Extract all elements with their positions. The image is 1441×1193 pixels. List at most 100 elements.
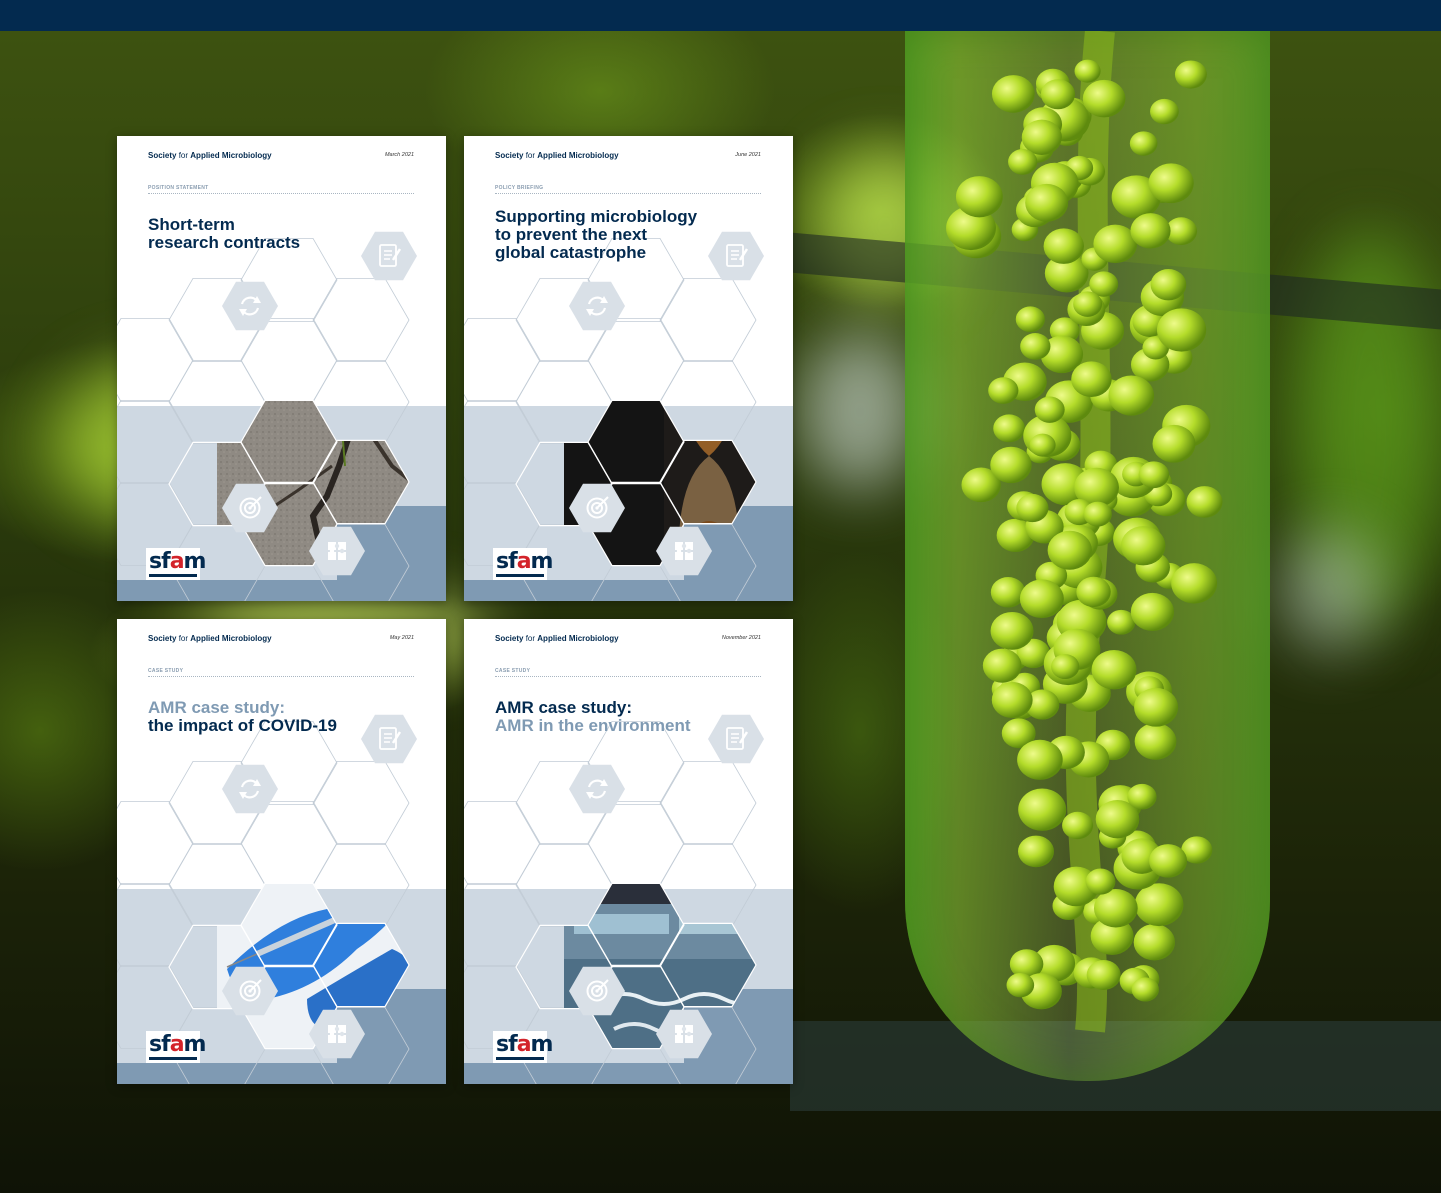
algae-bead <box>990 446 1032 484</box>
algae-bead <box>1021 119 1062 155</box>
hex-outline <box>312 277 410 363</box>
dotted-divider <box>495 676 761 677</box>
society-name: Society for Applied Microbiology <box>495 151 619 160</box>
algae-bead <box>991 75 1035 113</box>
algae-bead <box>1076 576 1111 608</box>
algae-bead <box>1186 486 1223 518</box>
society-name: Society for Applied Microbiology <box>148 634 272 643</box>
cover-2[interactable]: Society for Applied Microbiology June 20… <box>464 136 793 601</box>
algae-bead <box>991 682 1033 718</box>
publication-date: March 2021 <box>384 152 414 158</box>
algae-bead <box>1138 461 1170 489</box>
title-line: global catastrophe <box>495 243 647 262</box>
cover-title: Short-term research contracts <box>148 216 418 252</box>
algae-bead <box>1152 424 1196 463</box>
algae-bead <box>1127 783 1157 810</box>
publication-date: May 2021 <box>389 635 414 641</box>
algae-bead <box>1108 375 1155 416</box>
title-line: to prevent the next <box>495 225 648 244</box>
hex-pattern <box>117 231 417 601</box>
sfam-logo: sfam <box>493 548 553 580</box>
document-type-label: POSITION STATEMENT <box>148 185 209 191</box>
title-line: AMR case study: <box>495 698 632 717</box>
algae-bead <box>1093 889 1138 928</box>
algae-bead <box>1086 959 1121 990</box>
hex-outline <box>464 317 541 403</box>
algae-bead <box>1018 835 1055 868</box>
algae-bead <box>990 577 1026 608</box>
document-type-label: CASE STUDY <box>148 668 184 674</box>
hex-outline <box>117 800 194 886</box>
algae-bead <box>1074 59 1101 83</box>
hex-pattern <box>464 231 764 601</box>
document-type-label: CASE STUDY <box>495 668 531 674</box>
refresh-icon <box>569 764 625 814</box>
hex-outline <box>464 882 541 968</box>
algae-bead <box>1150 269 1187 301</box>
algae-bead <box>1134 883 1184 927</box>
title-line: Short-term <box>148 215 235 234</box>
title-line: research contracts <box>148 233 301 252</box>
algae-bead <box>1018 788 1067 831</box>
algae-bead <box>1008 149 1038 175</box>
society-name: Society for Applied Microbiology <box>148 151 272 160</box>
algae-bead <box>1134 687 1179 727</box>
algae-bead <box>955 176 1003 218</box>
cover-title: AMR case study: AMR in the environment <box>495 699 765 735</box>
algae-bead <box>1019 579 1064 619</box>
dotted-divider <box>148 676 414 677</box>
cover-title: AMR case study: the impact of COVID-19 <box>148 699 418 735</box>
refresh-icon <box>222 281 278 331</box>
algae-bead <box>1083 501 1112 527</box>
title-line: AMR in the environment <box>495 716 691 735</box>
hex-outline <box>117 317 194 403</box>
hex-outline <box>464 800 541 886</box>
algae-bead <box>1130 592 1175 632</box>
algae-bead <box>1082 79 1126 118</box>
algae-bead <box>1071 361 1112 397</box>
algae-bead <box>993 414 1025 443</box>
algae-bead <box>1073 291 1103 317</box>
algae-bead <box>1149 844 1188 878</box>
hex-outline <box>117 399 194 485</box>
algae-bead <box>1029 433 1056 457</box>
algae-bead <box>1150 98 1179 125</box>
title-line: the impact of COVID-19 <box>148 716 337 735</box>
algae-bead <box>1133 924 1176 961</box>
hex-outline <box>312 760 410 846</box>
algae-bead <box>1017 739 1063 780</box>
algae-bead <box>1131 977 1159 1002</box>
cover-4[interactable]: Society for Applied Microbiology Novembe… <box>464 619 793 1084</box>
refresh-icon <box>222 764 278 814</box>
top-bar <box>0 0 1441 31</box>
dotted-divider <box>495 193 761 194</box>
sfam-logo: sfam <box>146 548 206 580</box>
algae-bead <box>1148 163 1194 204</box>
title-line: AMR case study: <box>148 698 285 717</box>
algae-bead <box>1171 563 1218 604</box>
cover-3[interactable]: Society for Applied Microbiology May 202… <box>117 619 446 1084</box>
society-name: Society for Applied Microbiology <box>495 634 619 643</box>
algae-bead <box>1174 60 1207 89</box>
publication-date: November 2021 <box>721 635 761 641</box>
algae-bead <box>1034 396 1065 423</box>
dotted-divider <box>148 193 414 194</box>
algae-bead <box>1015 306 1045 333</box>
algae-bead <box>1040 79 1076 110</box>
sfam-logo: sfam <box>146 1031 206 1063</box>
algae-bead <box>1129 131 1158 156</box>
algae-bead <box>1134 723 1177 760</box>
hex-outline <box>240 317 338 403</box>
cover-title: Supporting microbiology to prevent the ne… <box>495 208 765 262</box>
hex-outline <box>240 800 338 886</box>
algae-bead <box>990 611 1034 650</box>
refresh-icon <box>569 281 625 331</box>
algae-bead <box>1006 972 1035 998</box>
cover-1[interactable]: Society for Applied Microbiology March 2… <box>117 136 446 601</box>
algae-bead <box>1062 811 1094 840</box>
hex-outline <box>587 800 685 886</box>
algae-bead <box>1016 493 1049 523</box>
document-type-label: POLICY BRIEFING <box>495 185 544 191</box>
algae-bead <box>1047 530 1092 570</box>
algae-bead <box>988 377 1019 404</box>
